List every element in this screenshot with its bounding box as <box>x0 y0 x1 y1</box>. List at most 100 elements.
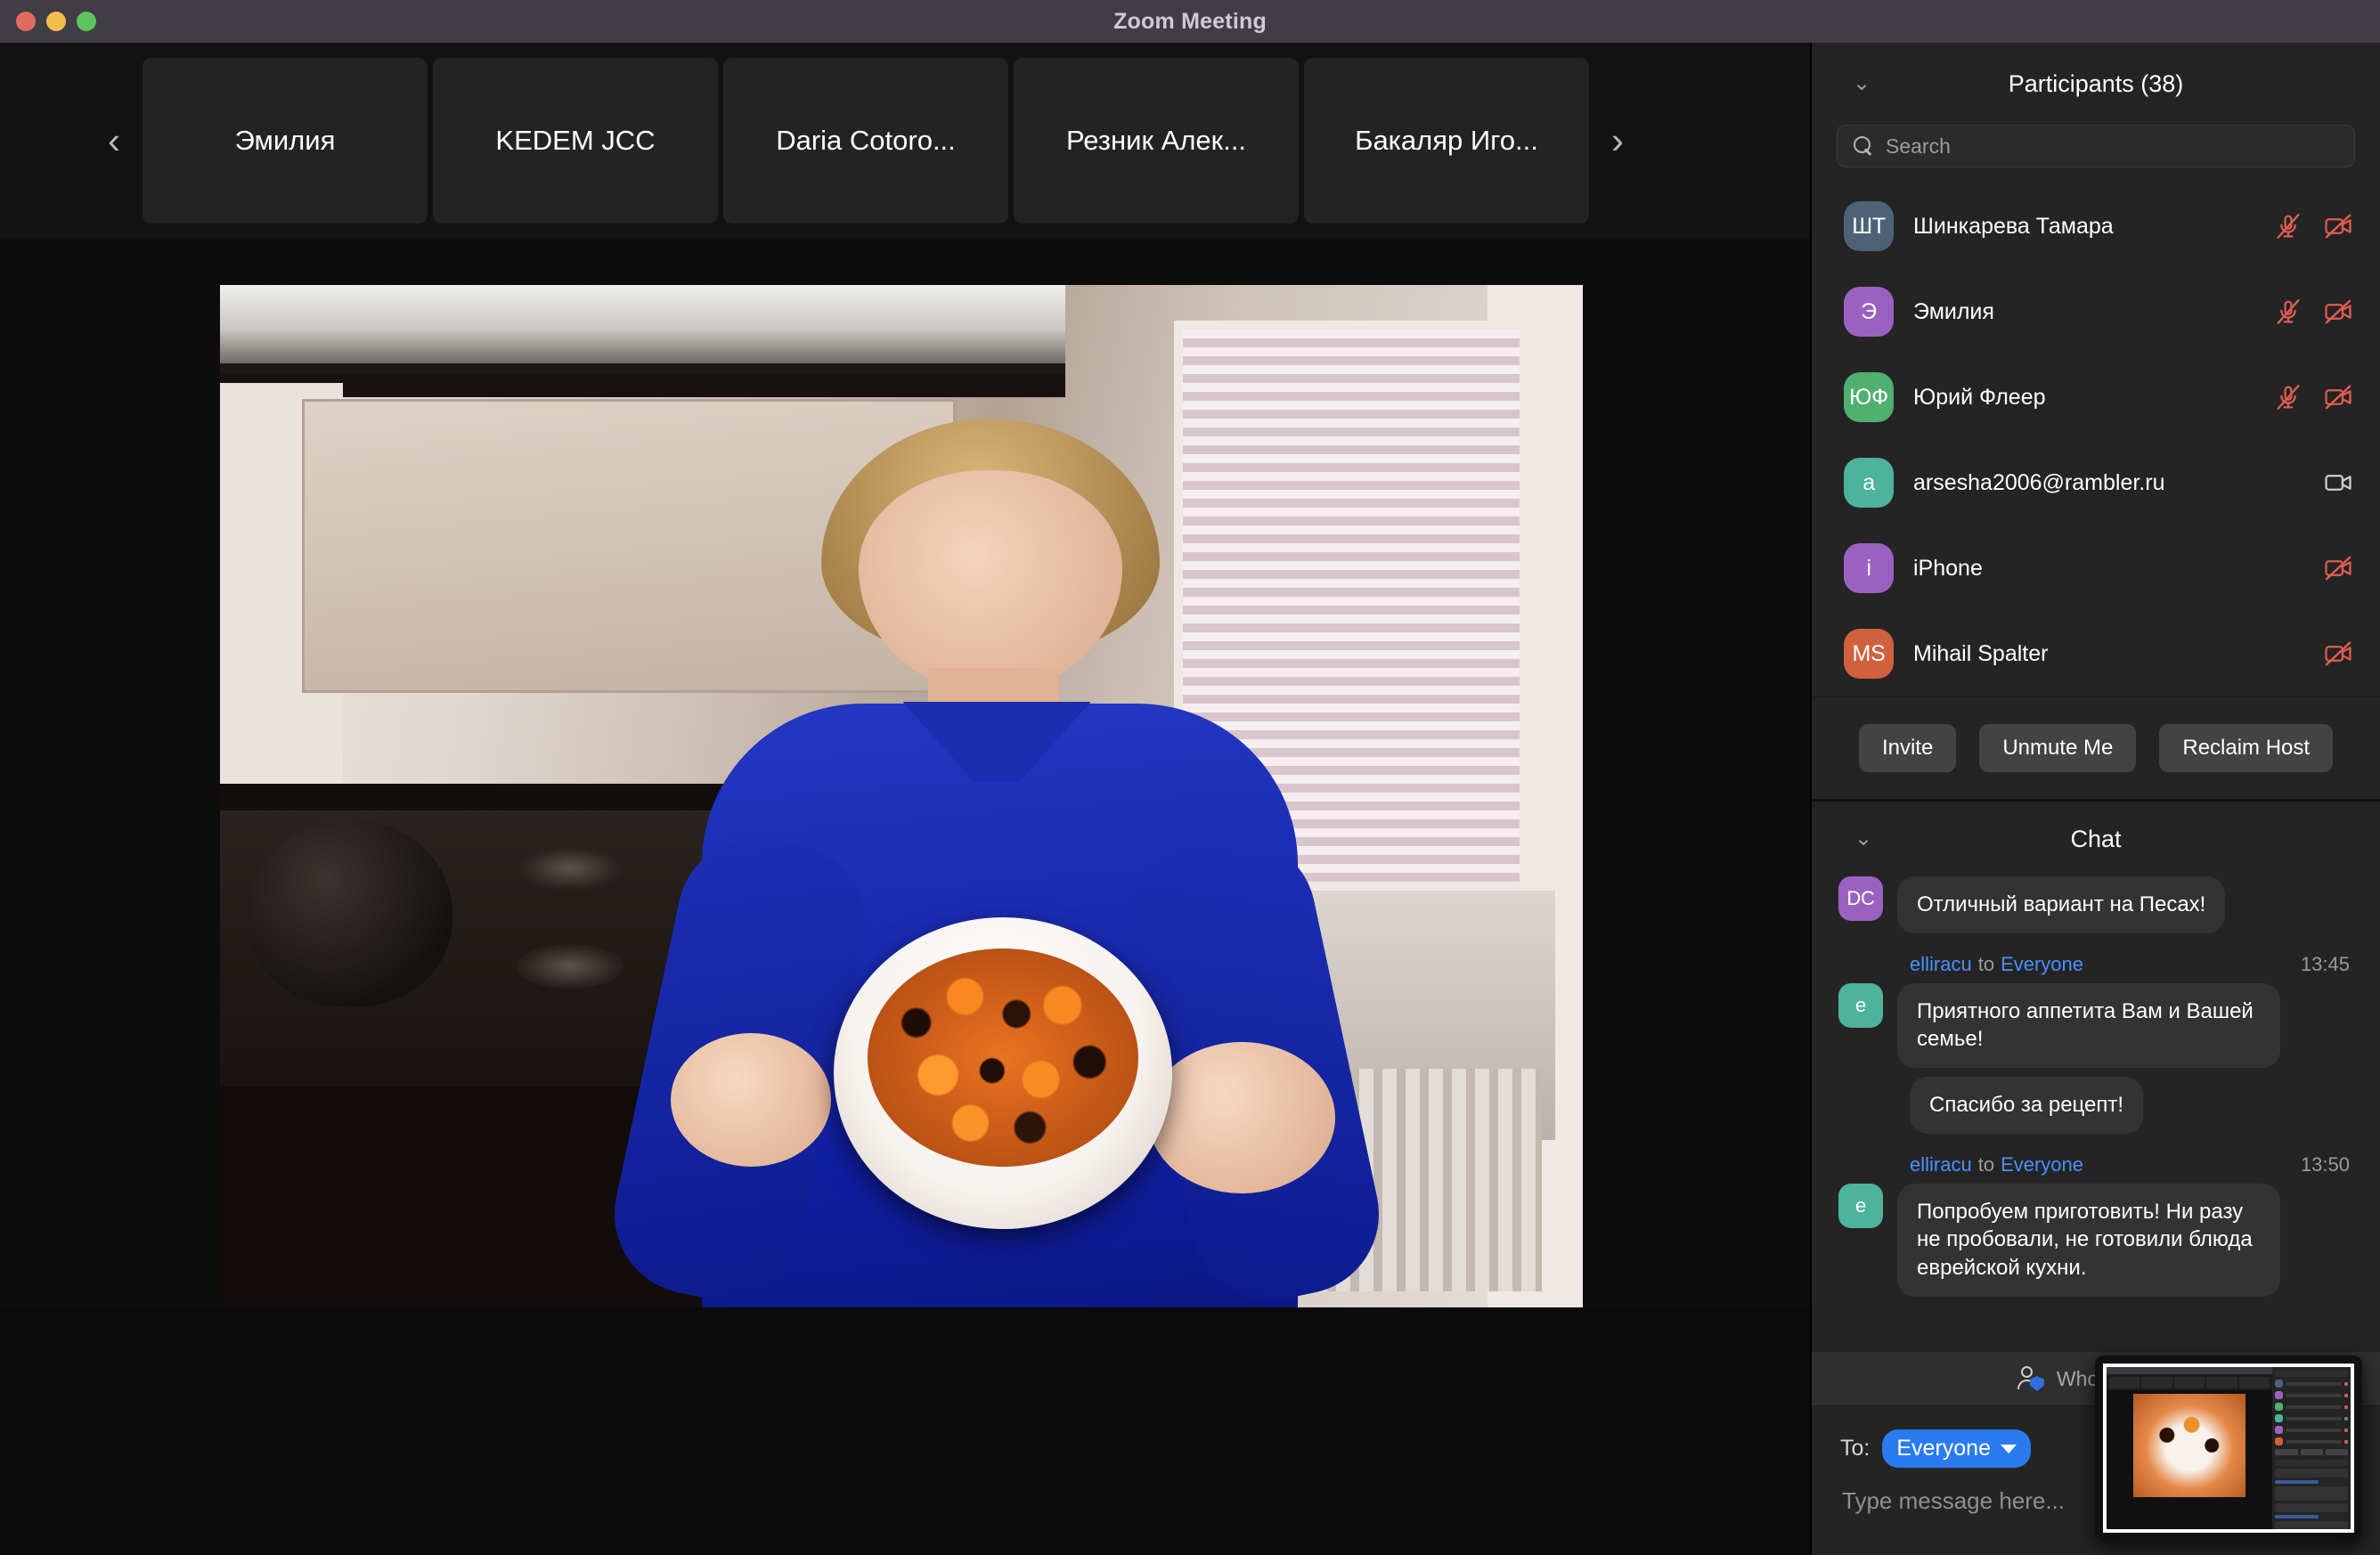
participant-name: iPhone <box>1913 555 1983 581</box>
camera-off-icon[interactable] <box>2323 211 2353 241</box>
person-right-hand <box>1148 1042 1336 1193</box>
mic-muted-icon[interactable] <box>2273 382 2303 412</box>
chat-to-word: to <box>1977 1152 1995 1176</box>
chat-title: Chat <box>2070 825 2122 852</box>
avatar: MS <box>1844 629 1894 679</box>
mic-muted-icon[interactable] <box>2273 211 2303 241</box>
thumbnail-titlebar <box>2107 1367 2273 1374</box>
meeting-stage: ‹ Эмилия KEDEM JCC Daria Cotoro... Резни… <box>0 43 1810 1555</box>
filmstrip-tiles: Эмилия KEDEM JCC Daria Cotoro... Резник … <box>143 58 1589 224</box>
filmstrip-next-icon[interactable]: › <box>1589 43 1646 239</box>
chat-header: ⌄ Chat <box>1812 802 2380 876</box>
participant-status-icons <box>2323 553 2353 583</box>
chat-recipient-dropdown[interactable]: Everyone <box>1882 1429 2031 1468</box>
zoom-meeting-window: Zoom Meeting ‹ Эмилия KEDEM JCC Daria Co… <box>0 0 2380 1555</box>
chevron-down-icon[interactable]: ⌄ <box>1854 828 1872 850</box>
chat-to-label: To: <box>1840 1436 1871 1461</box>
chevron-down-icon <box>2000 1444 2017 1453</box>
reclaim-host-button[interactable]: Reclaim Host <box>2159 724 2334 772</box>
participant-row[interactable]: ШТ Шинкарева Тамара <box>1812 183 2380 269</box>
stove-burner <box>516 944 624 989</box>
participant-status-icons <box>2273 297 2353 327</box>
camera-off-icon[interactable] <box>2323 297 2353 327</box>
avatar: DC <box>1838 876 1883 921</box>
person-shield-icon <box>2017 1366 2044 1391</box>
participants-action-bar: Invite Unmute Me Reclaim Host <box>1812 696 2380 802</box>
thumbnail-filmstrip <box>2107 1374 2273 1390</box>
chat-sender[interactable]: elliracu <box>1910 1153 1972 1176</box>
participant-row[interactable]: MS Mihail Spalter <box>1812 611 2380 696</box>
mic-muted-icon[interactable] <box>2273 297 2303 327</box>
filmstrip-tile-label: Эмилия <box>234 125 336 156</box>
participant-row[interactable]: Э Эмилия <box>1812 269 2380 354</box>
avatar: i <box>1844 543 1894 593</box>
chat-messages: DC Отличный вариант на Песах! elliracu t… <box>1812 876 2380 1297</box>
screenshot-thumbnail-preview[interactable] <box>2095 1356 2362 1541</box>
right-sidebar: ⌄ Participants (38) Search ШТ Шинкарева … <box>1810 43 2380 1555</box>
chat-message: e Приятного аппетита Вам и Вашей семье! <box>1838 982 2353 1069</box>
filmstrip-tile[interactable]: Эмилия <box>143 58 428 224</box>
participant-filmstrip: ‹ Эмилия KEDEM JCC Daria Cotoro... Резни… <box>0 43 1810 239</box>
chat-message: DC Отличный вариант на Песах! <box>1838 876 2353 933</box>
participant-row[interactable]: a arsesha2006@rambler.ru <box>1812 440 2380 525</box>
participant-name: Mihail Spalter <box>1913 640 2049 666</box>
avatar: Э <box>1844 287 1894 337</box>
camera-off-icon[interactable] <box>2323 639 2353 669</box>
search-input[interactable]: Search <box>1837 125 2355 167</box>
invite-button[interactable]: Invite <box>1858 724 1957 772</box>
thumbnail-frame <box>2103 1364 2354 1533</box>
chat-sender[interactable]: elliracu <box>1910 953 1972 976</box>
participant-row[interactable]: i iPhone <box>1812 525 2380 611</box>
participant-status-icons <box>2273 211 2353 241</box>
participants-title: Participants (38) <box>2008 69 2184 97</box>
filmstrip-tile[interactable]: Daria Cotoro... <box>723 58 1008 224</box>
participant-status-icons <box>2273 382 2353 412</box>
chat-bubble-text: Попробуем приготовить! Ни разу не пробов… <box>1897 1183 2280 1297</box>
participants-header: ⌄ Participants (38) <box>1812 43 2380 125</box>
participant-row[interactable]: ЮФ Юрий Флеер <box>1812 354 2380 440</box>
filmstrip-tile-label: KEDEM JCC <box>495 125 656 156</box>
camera-on-icon[interactable] <box>2323 468 2353 498</box>
thumbnail-stage <box>2107 1367 2273 1529</box>
unmute-me-button[interactable]: Unmute Me <box>1979 724 2137 772</box>
chevron-down-icon[interactable]: ⌄ <box>1853 73 1871 94</box>
search-icon <box>1854 136 1873 156</box>
chat-message: Спасибо за рецепт! <box>1910 1077 2353 1134</box>
stage-empty-area <box>0 1307 1810 1555</box>
filmstrip-prev-icon[interactable]: ‹ <box>86 43 143 239</box>
chat-timestamp: 13:45 <box>2300 952 2350 975</box>
chat-recipient-value: Everyone <box>1896 1436 1991 1461</box>
filmstrip-tile[interactable]: Бакаляр Иго... <box>1304 58 1589 224</box>
video-hood-shadow <box>220 374 1065 397</box>
thumbnail-video <box>2132 1394 2246 1498</box>
participants-list: ШТ Шинкарева Тамара Э Эмилия ЮФ Юрий Фле… <box>1812 183 2380 696</box>
participant-name: Шинкарева Тамара <box>1913 213 2114 239</box>
avatar: ШТ <box>1844 201 1894 251</box>
camera-off-icon[interactable] <box>2323 382 2353 412</box>
participant-name: arsesha2006@rambler.ru <box>1913 469 2165 495</box>
plate-food <box>868 948 1139 1167</box>
window-title: Zoom Meeting <box>1113 8 1267 34</box>
participants-search-wrap: Search <box>1812 125 2380 183</box>
active-speaker-video[interactable] <box>220 285 1583 1307</box>
window-titlebar: Zoom Meeting <box>0 0 2380 43</box>
food-plate <box>834 917 1173 1229</box>
participant-name: Юрий Флеер <box>1913 384 2046 410</box>
chat-bubble-text: Спасибо за рецепт! <box>1910 1077 2144 1134</box>
chat-bubble-text: Приятного аппетита Вам и Вашей семье! <box>1897 982 2280 1069</box>
filmstrip-tile-label: Резник Алек... <box>1065 125 1247 156</box>
chat-target[interactable]: Everyone <box>2001 953 2083 976</box>
avatar: e <box>1838 1183 1883 1228</box>
chat-meta: elliracu to Everyone 13:45 <box>1838 942 2353 983</box>
participant-name: Эмилия <box>1913 298 1994 324</box>
video-person <box>599 419 1394 1307</box>
person-face <box>859 470 1122 693</box>
filmstrip-tile[interactable]: Резник Алек... <box>1014 58 1299 224</box>
avatar: a <box>1844 458 1894 508</box>
chat-target[interactable]: Everyone <box>2001 1153 2083 1176</box>
camera-off-icon[interactable] <box>2323 553 2353 583</box>
filmstrip-tile-label: Бакаляр Иго... <box>1355 125 1538 156</box>
thumbnail-sidebar <box>2272 1367 2351 1529</box>
participant-status-icons <box>2323 639 2353 669</box>
filmstrip-tile[interactable]: KEDEM JCC <box>433 58 718 224</box>
